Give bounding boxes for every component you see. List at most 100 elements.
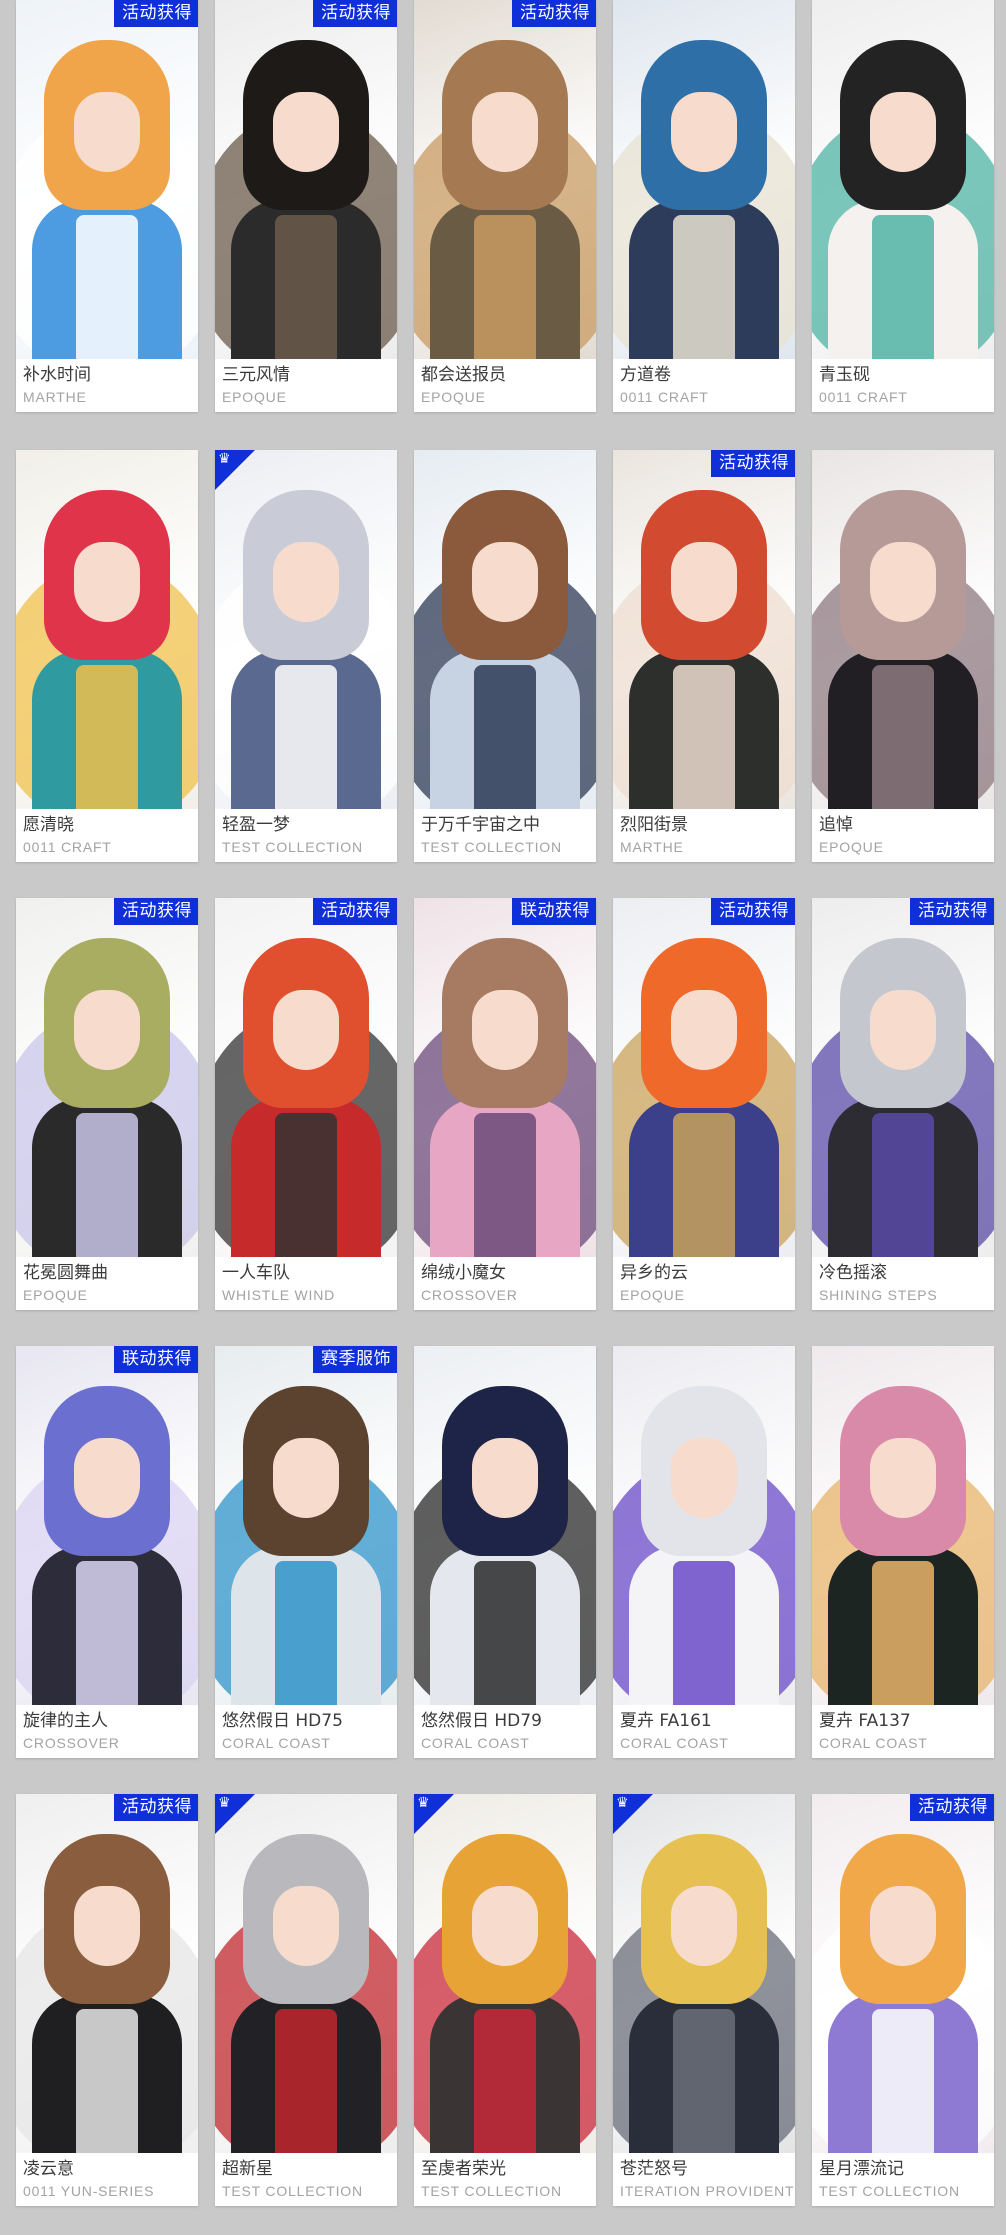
skin-artwork <box>16 0 198 359</box>
outfit-detail <box>474 1561 536 1705</box>
skin-card[interactable]: 活动获得 烈阳街景 MARTHE <box>613 450 795 862</box>
skin-card[interactable]: 活动获得 凌云意 0011 YUN-SERIES <box>16 1794 198 2206</box>
character-face <box>472 542 538 622</box>
skin-artwork <box>414 1794 596 2153</box>
outfit-detail <box>474 2009 536 2153</box>
skin-card[interactable]: 活动获得 星月漂流记 TEST COLLECTION <box>812 1794 994 2206</box>
skin-card[interactable]: 追悼 EPOQUE <box>812 450 994 862</box>
skin-card[interactable]: 活动获得 都会送报员 EPOQUE <box>414 0 596 412</box>
outfit-detail <box>474 215 536 359</box>
outfit-detail <box>76 215 138 359</box>
skin-artwork <box>613 0 795 359</box>
skin-name: 冷色摇滚 <box>819 1263 887 1283</box>
skin-brand: CORAL COAST <box>819 1735 928 1751</box>
character-face <box>671 1438 737 1518</box>
skin-artwork <box>16 1794 198 2153</box>
skin-brand: WHISTLE WIND <box>222 1287 336 1303</box>
character-face <box>273 542 339 622</box>
outfit-detail <box>76 1561 138 1705</box>
skin-name: 三元风情 <box>222 365 290 385</box>
skin-artwork <box>414 0 596 359</box>
skin-card[interactable]: 活动获得 补水时间 MARTHE <box>16 0 198 412</box>
acquisition-badge: 联动获得 <box>114 1346 198 1373</box>
skin-brand: EPOQUE <box>421 389 486 405</box>
acquisition-badge: 活动获得 <box>313 898 397 925</box>
character-face <box>870 92 936 172</box>
skin-brand: CORAL COAST <box>421 1735 530 1751</box>
skin-card[interactable]: ♛ 至虔者荣光 TEST COLLECTION <box>414 1794 596 2206</box>
crown-icon: ♛ <box>417 1795 430 1811</box>
skin-card[interactable]: 悠然假日 HD79 CORAL COAST <box>414 1346 596 1758</box>
outfit-detail <box>76 665 138 809</box>
skin-artwork <box>613 1346 795 1705</box>
skin-artwork <box>812 898 994 1257</box>
skin-name: 至虔者荣光 <box>421 2159 506 2179</box>
skin-brand: CORAL COAST <box>620 1735 729 1751</box>
character-face <box>472 1438 538 1518</box>
skin-brand: SHINING STEPS <box>819 1287 938 1303</box>
skin-name: 悠然假日 HD79 <box>421 1711 542 1731</box>
skin-artwork <box>414 898 596 1257</box>
skin-card[interactable]: 活动获得 异乡的云 EPOQUE <box>613 898 795 1310</box>
skin-name: 轻盈一梦 <box>222 815 290 835</box>
skin-card[interactable]: 方道卷 0011 CRAFT <box>613 0 795 412</box>
character-face <box>870 542 936 622</box>
skin-card[interactable]: 活动获得 冷色摇滚 SHINING STEPS <box>812 898 994 1310</box>
skin-card[interactable]: 夏卉 FA137 CORAL COAST <box>812 1346 994 1758</box>
skin-card[interactable]: 活动获得一人车队 WHISTLE WIND <box>215 898 397 1310</box>
skin-artwork <box>812 450 994 809</box>
skin-brand: TEST COLLECTION <box>819 2183 960 2199</box>
skin-name: 于万千宇宙之中 <box>421 815 540 835</box>
skin-name: 追悼 <box>819 815 853 835</box>
skin-name: 苍茫怒号 <box>620 2159 688 2179</box>
skin-brand: 0011 CRAFT <box>819 389 908 405</box>
acquisition-badge: 活动获得 <box>114 0 198 27</box>
skin-card[interactable]: ♛ 超新星 TEST COLLECTION <box>215 1794 397 2206</box>
skin-name: 星月漂流记 <box>819 2159 904 2179</box>
skin-card[interactable]: 夏卉 FA161 CORAL COAST <box>613 1346 795 1758</box>
skin-brand: EPOQUE <box>23 1287 88 1303</box>
outfit-detail <box>872 215 934 359</box>
character-face <box>472 990 538 1070</box>
skin-name: 绵绒小魔女 <box>421 1263 506 1283</box>
skin-card[interactable]: 活动获得 三元风情 EPOQUE <box>215 0 397 412</box>
outfit-detail <box>673 2009 735 2153</box>
crown-icon: ♛ <box>616 1795 629 1811</box>
acquisition-badge: 活动获得 <box>711 898 795 925</box>
skin-card[interactable]: 青玉砚 0011 CRAFT <box>812 0 994 412</box>
skin-name: 烈阳街景 <box>620 815 688 835</box>
skin-artwork <box>215 1794 397 2153</box>
skin-artwork <box>613 1794 795 2153</box>
skin-name: 都会送报员 <box>421 365 506 385</box>
outfit-detail <box>872 1113 934 1257</box>
outfit-detail <box>275 665 337 809</box>
character-face <box>472 1886 538 1966</box>
skin-brand: MARTHE <box>620 839 684 855</box>
skin-artwork <box>215 0 397 359</box>
skin-artwork <box>215 898 397 1257</box>
skin-brand: 0011 CRAFT <box>23 839 112 855</box>
skin-name: 愿清晓 <box>23 815 74 835</box>
character-face <box>671 1886 737 1966</box>
character-face <box>870 990 936 1070</box>
skin-artwork <box>414 450 596 809</box>
skin-card[interactable]: ♛ 轻盈一梦 TEST COLLECTION <box>215 450 397 862</box>
skin-name: 夏卉 FA137 <box>819 1711 911 1731</box>
skin-artwork <box>613 450 795 809</box>
skin-card[interactable]: 联动获得 旋律的主人 CROSSOVER <box>16 1346 198 1758</box>
skin-card[interactable]: ♛ 苍茫怒号 ITERATION PROVIDENT <box>613 1794 795 2206</box>
skin-card[interactable]: 联动获得 绵绒小魔女 CROSSOVER <box>414 898 596 1310</box>
skin-card[interactable]: 愿清晓 0011 CRAFT <box>16 450 198 862</box>
skin-brand: 0011 CRAFT <box>620 389 709 405</box>
crown-icon: ♛ <box>218 1795 231 1811</box>
character-face <box>273 990 339 1070</box>
skin-brand: EPOQUE <box>620 1287 685 1303</box>
skin-artwork <box>16 1346 198 1705</box>
skin-card[interactable]: 于万千宇宙之中 TEST COLLECTION <box>414 450 596 862</box>
character-face <box>74 542 140 622</box>
skin-name: 一人车队 <box>222 1263 290 1283</box>
skin-card[interactable]: 活动获得 花冕圆舞曲 EPOQUE <box>16 898 198 1310</box>
skin-artwork <box>215 1346 397 1705</box>
skin-artwork <box>16 898 198 1257</box>
skin-card[interactable]: 赛季服饰 悠然假日 HD75 CORAL COAST <box>215 1346 397 1758</box>
